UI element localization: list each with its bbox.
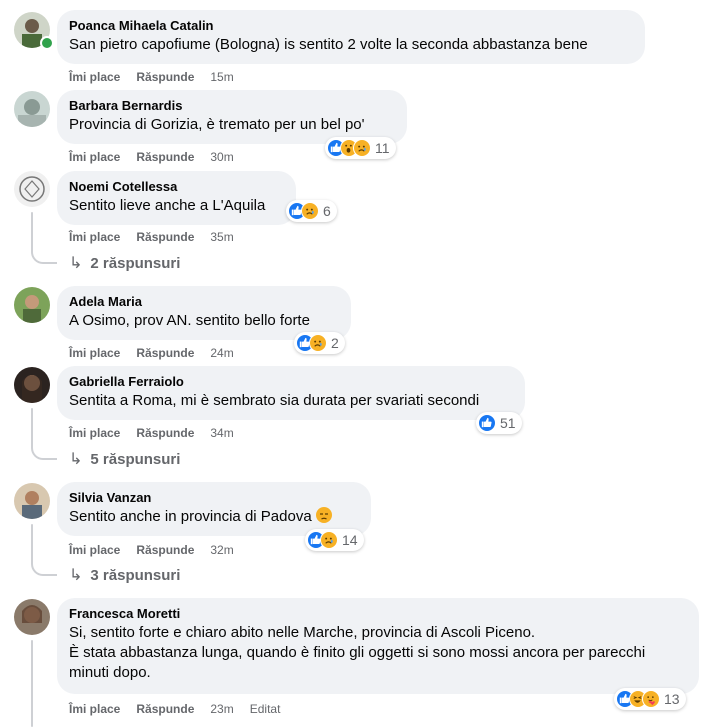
like-button[interactable]: Îmi place [69,701,120,717]
thread-line [31,640,33,727]
thread-connector [31,250,57,264]
avatar[interactable] [14,171,50,207]
comment-text-content: Sentito anche in provincia di Padova [69,508,312,525]
sad-face-emoji-icon [315,507,332,523]
reaction-summary[interactable]: 51 [476,412,522,434]
comment-author[interactable]: Barbara Bernardis [69,98,395,114]
comment-text: Sentita a Roma, mi è sembrato sia durata… [69,392,480,409]
comment-actions: Îmi place Răspunde 35m [69,229,250,245]
comment-author[interactable]: Noemi Cotellessa [69,179,284,195]
edited-label[interactable]: Editat [250,701,281,717]
comment-author[interactable]: Francesca Moretti [69,606,687,622]
avatar[interactable] [14,287,50,323]
comment-timestamp[interactable]: 32m [210,542,233,558]
comment-timestamp[interactable]: 30m [210,149,233,165]
reply-button[interactable]: Răspunde [136,345,194,361]
reply-button[interactable]: Răspunde [136,69,194,85]
reply-arrow-icon: ↳ [69,255,83,272]
comment-bubble: Silvia Vanzan Sentito anche in provincia… [57,482,371,536]
replies-count[interactable]: 5 răspunsuri [90,450,180,470]
comment-bubble: Francesca Moretti Si, sentito forte e ch… [57,598,699,694]
comment-timestamp[interactable]: 35m [210,229,233,245]
reaction-summary[interactable]: 13 [614,688,686,710]
reply-button[interactable]: Răspunde [136,425,194,441]
view-replies-link[interactable]: ↳ 2 răspunsuri [69,254,180,274]
comment-text: Sentito anche in provincia di Padova [69,507,359,527]
replies-count[interactable]: 3 răspunsuri [90,566,180,586]
avatar[interactable] [14,91,50,127]
comment-actions: Îmi place Răspunde 15m [69,69,250,85]
reaction-summary[interactable]: 11 [325,137,396,159]
comment-timestamp[interactable]: 34m [210,425,233,441]
comment-bubble: Gabriella Ferraiolo Sentita a Roma, mi è… [57,366,525,420]
comment-timestamp[interactable]: 24m [210,345,233,361]
like-button[interactable]: Îmi place [69,542,120,558]
view-replies-link[interactable]: ↳ 3 răspunsuri [69,566,180,586]
sad-icon [309,334,327,352]
reaction-count[interactable]: 14 [342,532,358,548]
comment-actions: Îmi place Răspunde 24m [69,345,250,361]
avatar[interactable] [14,483,50,519]
reply-button[interactable]: Răspunde [136,701,194,717]
comment-author[interactable]: Gabriella Ferraiolo [69,374,513,390]
sad-icon [353,139,371,157]
reply-arrow-icon: ↳ [69,567,83,584]
thread-line [31,212,33,252]
avatar[interactable] [14,367,50,403]
reply-arrow-icon: ↳ [69,451,83,468]
comment-actions: Îmi place Răspunde 23m Editat [69,701,296,717]
like-button[interactable]: Îmi place [69,149,120,165]
thread-line [31,524,33,564]
care-icon [642,690,660,708]
reaction-count[interactable]: 2 [331,335,339,351]
thread-connector [31,446,57,460]
reply-button[interactable]: Răspunde [136,542,194,558]
comment-actions: Îmi place Răspunde 30m [69,149,250,165]
comment-bubble: Barbara Bernardis Provincia di Gorizia, … [57,90,407,144]
like-button[interactable]: Îmi place [69,345,120,361]
comment-actions: Îmi place Răspunde 34m [69,425,250,441]
reply-button[interactable]: Răspunde [136,229,194,245]
comment-timestamp[interactable]: 23m [210,701,233,717]
comment-author[interactable]: Silvia Vanzan [69,490,359,506]
sad-icon [320,531,338,549]
comment-bubble: Noemi Cotellessa Sentito lieve anche a L… [57,171,296,225]
reaction-summary[interactable]: 14 [305,529,364,551]
sad-icon [301,202,319,220]
comment-timestamp[interactable]: 15m [210,69,233,85]
like-button[interactable]: Îmi place [69,229,120,245]
online-status-dot [40,36,54,50]
replies-count[interactable]: 2 răspunsuri [90,254,180,274]
reaction-count[interactable]: 11 [375,140,390,156]
comment-text: Provincia di Gorizia, è tremato per un b… [69,116,365,133]
comment-author[interactable]: Adela Maria [69,294,339,310]
reaction-count[interactable]: 6 [323,203,331,219]
thread-line [31,408,33,448]
comment-author[interactable]: Poanca Mihaela Catalin [69,18,633,34]
avatar[interactable] [14,599,50,635]
reaction-count[interactable]: 51 [500,415,516,431]
thread-connector [31,562,57,576]
like-button[interactable]: Îmi place [69,69,120,85]
reply-button[interactable]: Răspunde [136,149,194,165]
comment-text: Sentito lieve anche a L'Aquila [69,197,266,214]
comment-bubble: Poanca Mihaela Catalin San pietro capofi… [57,10,645,64]
comment-text: Si, sentito forte e chiaro abito nelle M… [69,624,646,681]
reaction-summary[interactable]: 2 [294,332,345,354]
like-icon [478,414,496,432]
view-replies-link[interactable]: ↳ 5 răspunsuri [69,450,180,470]
reaction-count[interactable]: 13 [664,691,680,707]
comment-text: A Osimo, prov AN. sentito bello forte [69,312,310,329]
comment-text: San pietro capofiume (Bologna) is sentit… [69,36,588,53]
comment-actions: Îmi place Răspunde 32m [69,542,250,558]
like-button[interactable]: Îmi place [69,425,120,441]
reaction-summary[interactable]: 6 [286,200,337,222]
